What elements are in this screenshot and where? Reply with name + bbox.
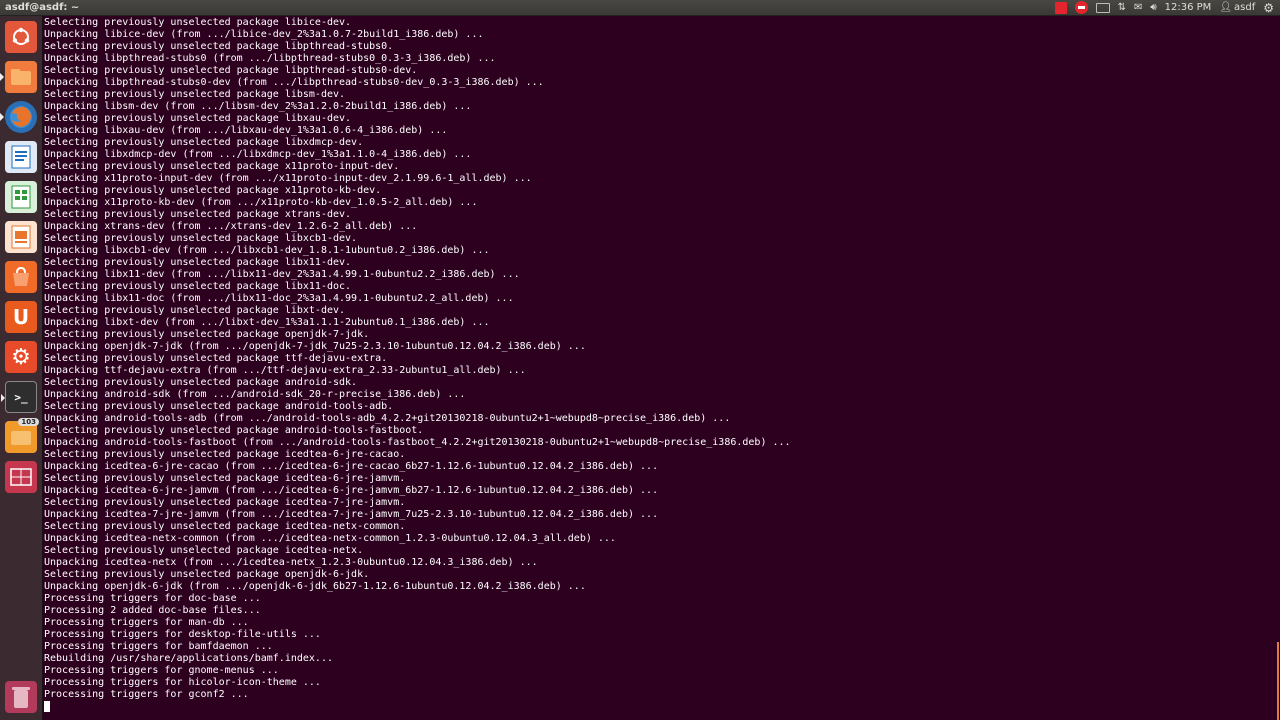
terminal-line: Selecting previously unselected package … (44, 473, 406, 484)
terminal-line: Selecting previously unselected package … (44, 161, 400, 172)
terminal-line: Selecting previously unselected package … (44, 401, 394, 412)
launcher: U ⚙ >_ 103 (0, 16, 43, 720)
mail-icon[interactable]: ✉ (1134, 2, 1142, 14)
terminal-line: Processing 2 added doc-base files... (44, 605, 261, 616)
terminal-line: Unpacking libpthread-stubs0 (from .../li… (44, 53, 496, 64)
terminal-line: Unpacking libx11-dev (from .../libx11-de… (44, 269, 520, 280)
terminal-line: Selecting previously unselected package … (44, 449, 406, 460)
terminal-output[interactable]: Selecting previously unselected package … (42, 16, 1275, 720)
terminal-line: Unpacking android-tools-adb (from .../an… (44, 413, 731, 424)
terminal-line: Unpacking icedtea-netx (from .../icedtea… (44, 557, 538, 568)
volume-icon[interactable]: 🔊︎ (1150, 2, 1156, 14)
terminal-line: Selecting previously unselected package … (44, 305, 346, 316)
terminal-line: Unpacking libice-dev (from .../libice-de… (44, 29, 484, 40)
terminal-icon[interactable]: >_ (1, 381, 37, 413)
indicator-tray: ⇅ ✉ 🔊︎ 12:36 PM 👤︎ asdf ⚙ (1054, 1, 1280, 15)
terminal-line: Selecting previously unselected package … (44, 329, 370, 340)
user-icon: 👤︎ (1219, 2, 1233, 13)
terminal-line: Unpacking libxdmcp-dev (from .../libxdmc… (44, 149, 472, 160)
terminal-line: Unpacking libx11-doc (from .../libx11-do… (44, 293, 514, 304)
terminal-line: Processing triggers for hicolor-icon-the… (44, 677, 321, 688)
terminal-line: Unpacking icedtea-6-jre-cacao (from .../… (44, 461, 659, 472)
terminal-line: Unpacking libxt-dev (from .../libxt-dev_… (44, 317, 490, 328)
terminal-line: Unpacking icedtea-netx-common (from .../… (44, 533, 616, 544)
terminal-line: Selecting previously unselected package … (44, 377, 358, 388)
terminal-line: Unpacking xtrans-dev (from .../xtrans-de… (44, 221, 418, 232)
terminal-line: Processing triggers for gnome-menus ... (44, 665, 279, 676)
terminal-line: Unpacking icedtea-6-jre-jamvm (from .../… (44, 485, 659, 496)
terminal-line: Selecting previously unselected package … (44, 65, 418, 76)
terminal-line: Unpacking libxau-dev (from .../libxau-de… (44, 125, 448, 136)
terminal-line: Unpacking openjdk-7-jdk (from .../openjd… (44, 341, 586, 352)
terminal-line: Processing triggers for doc-base ... (44, 593, 261, 604)
terminal-line: Selecting previously unselected package … (44, 545, 364, 556)
terminal-prompt-line[interactable] (44, 701, 1275, 713)
terminal-line: Selecting previously unselected package … (44, 281, 352, 292)
terminal-line: Selecting previously unselected package … (44, 89, 346, 100)
ubuntu-one-icon[interactable]: U (5, 301, 37, 333)
terminal-line: Unpacking openjdk-6-jdk (from .../openjd… (44, 581, 586, 592)
terminal-line: Unpacking icedtea-7-jre-jamvm (from .../… (44, 509, 659, 520)
files-icon[interactable] (0, 61, 37, 93)
update-manager-icon[interactable]: 103 (5, 418, 39, 453)
scrollbar-thumb[interactable] (1277, 642, 1279, 720)
terminal-line: Selecting previously unselected package … (44, 137, 364, 148)
terminal-line: Selecting previously unselected package … (44, 209, 352, 220)
keyboard-indicator-icon[interactable] (1095, 2, 1110, 14)
text-cursor (44, 701, 50, 712)
dash-home-icon[interactable] (5, 21, 37, 53)
terminal-line: Unpacking libsm-dev (from .../libsm-dev_… (44, 101, 472, 112)
terminal-line: Selecting previously unselected package … (44, 113, 352, 124)
user-name: asdf (1234, 2, 1256, 13)
update-count-badge: 103 (18, 418, 39, 426)
terminal-line: Selecting previously unselected package … (44, 521, 406, 532)
terminal-line: Selecting previously unselected package … (44, 41, 394, 52)
libreoffice-writer-icon[interactable] (5, 141, 37, 173)
terminal-line: Unpacking libxcb1-dev (from .../libxcb1-… (44, 245, 490, 256)
terminal-line: Selecting previously unselected package … (44, 257, 352, 268)
clock[interactable]: 12:36 PM (1165, 2, 1212, 14)
firefox-icon[interactable] (0, 101, 37, 133)
system-settings-icon[interactable]: ⚙ (5, 341, 37, 373)
terminal-scrollbar[interactable] (1275, 16, 1280, 720)
terminal-line: Processing triggers for desktop-file-uti… (44, 629, 321, 640)
terminal-line: Processing triggers for gconf2 ... (44, 689, 249, 700)
libreoffice-impress-icon[interactable] (5, 221, 37, 253)
terminal-line: Selecting previously unselected package … (44, 233, 358, 244)
terminal-line: Unpacking ttf-dejavu-extra (from .../ttf… (44, 365, 526, 376)
software-center-icon[interactable] (5, 261, 37, 293)
update-indicator-icon[interactable] (1074, 1, 1088, 14)
terminal-line: Unpacking x11proto-input-dev (from .../x… (44, 173, 532, 184)
top-panel: asdf@asdf: ~ ⇅ ✉ 🔊︎ 12:36 PM 👤︎ asdf ⚙ (0, 0, 1280, 16)
user-menu[interactable]: 👤︎ asdf (1219, 2, 1255, 14)
workspace-switcher-icon[interactable] (5, 461, 37, 493)
terminal-line: Unpacking android-sdk (from .../android-… (44, 389, 466, 400)
terminal-line: Selecting previously unselected package … (44, 425, 424, 436)
session-gear-icon[interactable]: ⚙ (1263, 1, 1274, 15)
terminal-line: Selecting previously unselected package … (44, 353, 388, 364)
terminal-line: Rebuilding /usr/share/applications/bamf.… (44, 653, 333, 664)
record-indicator-icon[interactable] (1054, 1, 1067, 14)
window-title: asdf@asdf: ~ (5, 2, 80, 13)
terminal-line: Unpacking android-tools-fastboot (from .… (44, 437, 791, 448)
terminal-line: Selecting previously unselected package … (44, 569, 370, 580)
terminal-line: Processing triggers for bamfdaemon ... (44, 641, 273, 652)
network-icon[interactable]: ⇅ (1118, 2, 1126, 14)
terminal-line: Selecting previously unselected package … (44, 17, 352, 28)
terminal-line: Selecting previously unselected package … (44, 497, 406, 508)
terminal-line: Processing triggers for man-db ... (44, 617, 249, 628)
terminal-line: Selecting previously unselected package … (44, 185, 382, 196)
terminal-line: Unpacking libpthread-stubs0-dev (from ..… (44, 77, 544, 88)
terminal-line: Unpacking x11proto-kb-dev (from .../x11p… (44, 197, 478, 208)
libreoffice-calc-icon[interactable] (5, 181, 37, 213)
trash-icon[interactable] (5, 681, 37, 713)
